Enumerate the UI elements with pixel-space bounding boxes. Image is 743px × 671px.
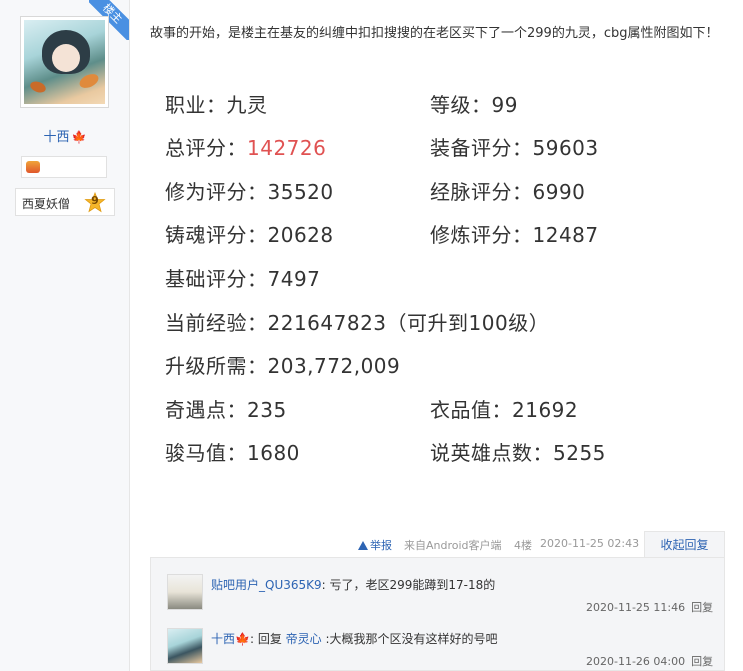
stat-base: 基础评分：7497 bbox=[165, 263, 320, 292]
stat-cult-label: 修为评分： bbox=[165, 180, 268, 204]
reply-meta: 2020-11-25 11:46 回复 bbox=[586, 599, 713, 615]
stat-hero-value: 5255 bbox=[553, 441, 606, 465]
stat-qiyu-label: 奇遇点： bbox=[165, 398, 247, 422]
author-name[interactable]: 十西 🍁 bbox=[0, 126, 130, 145]
stat-job-label: 职业： bbox=[165, 93, 227, 117]
stat-equip: 装备评分：59603 bbox=[430, 132, 599, 161]
stat-horse-label: 骏马值： bbox=[165, 441, 247, 465]
reply-time: 2020-11-25 11:46 bbox=[586, 601, 686, 614]
stat-refine-label: 修炼评分： bbox=[430, 223, 533, 247]
stat-exp-value: 221647823（可升到100级） bbox=[267, 311, 550, 335]
post-intro: 故事的开始，是楼主在基友的纠缠中扣扣搜搜的在老区买下了一个299的九灵，cbg属… bbox=[150, 26, 719, 41]
stat-yipin-label: 衣品值： bbox=[430, 398, 512, 422]
post-time: 2020-11-25 02:43 bbox=[540, 537, 640, 550]
level-number: 9 bbox=[91, 194, 99, 207]
stat-job-value: 九灵 bbox=[226, 93, 268, 117]
stat-soul-label: 铸魂评分： bbox=[165, 223, 268, 247]
stat-experience: 当前经验：221647823（可升到100级） bbox=[165, 307, 549, 336]
reply-time: 2020-11-26 04:00 bbox=[586, 655, 686, 668]
reply-list: 贴吧用户_QU365K9: 亏了，老区299能蹲到17-18的 2020-11-… bbox=[150, 557, 725, 671]
stat-soul: 铸魂评分：20628 bbox=[165, 219, 334, 248]
reply-button[interactable]: 回复 bbox=[691, 655, 713, 668]
reply-user[interactable]: 十西 bbox=[211, 632, 235, 646]
stat-equip-label: 装备评分： bbox=[430, 136, 533, 160]
badge-slot[interactable] bbox=[21, 156, 107, 178]
reply-prefix: : 回复 bbox=[249, 632, 282, 646]
level-title: 西夏妖僧 bbox=[22, 197, 71, 211]
stat-need-value: 203,772,009 bbox=[267, 354, 401, 378]
stat-base-label: 基础评分： bbox=[165, 267, 268, 291]
stat-hero-label: 说英雄点数： bbox=[430, 441, 553, 465]
stat-horse: 骏马值：1680 bbox=[165, 437, 300, 466]
stat-cultivation: 修为评分：35520 bbox=[165, 176, 334, 205]
post-source: 来自Android客户端 bbox=[404, 539, 502, 552]
post-floor: 4楼 bbox=[514, 539, 532, 552]
stat-need-label: 升级所需： bbox=[165, 354, 268, 378]
report-label[interactable]: 举报 bbox=[370, 539, 392, 552]
author-column: 楼主 十西 🍁 西夏妖僧 9 bbox=[0, 0, 130, 671]
reply-item: 十西🍁: 回复 帝灵心 :大概我那个区没有这样好的号吧 bbox=[211, 630, 498, 647]
stat-upgrade-need: 升级所需：203,772,009 bbox=[165, 350, 400, 379]
badge-icon bbox=[26, 161, 40, 173]
reply-meta: 2020-11-26 04:00 回复 bbox=[586, 653, 713, 669]
stat-level-label: 等级： bbox=[430, 93, 492, 117]
stat-job: 职业：九灵 bbox=[165, 89, 268, 118]
stat-cult-value: 35520 bbox=[267, 180, 334, 204]
reply-user[interactable]: 贴吧用户_QU365K9 bbox=[211, 578, 322, 592]
stat-hero: 说英雄点数：5255 bbox=[430, 437, 606, 466]
author-name-text[interactable]: 十西 bbox=[44, 130, 70, 145]
reply-item: 贴吧用户_QU365K9: 亏了，老区299能蹲到17-18的 bbox=[211, 576, 495, 593]
stat-refine-value: 12487 bbox=[532, 223, 599, 247]
stat-refine: 修炼评分：12487 bbox=[430, 219, 599, 248]
reply-avatar[interactable] bbox=[167, 574, 203, 610]
stat-level: 等级：99 bbox=[430, 89, 518, 118]
reply-avatar[interactable] bbox=[167, 628, 203, 664]
collapse-replies-button[interactable]: 收起回复 bbox=[644, 531, 725, 558]
stat-equip-value: 59603 bbox=[532, 136, 599, 160]
level-badge[interactable]: 西夏妖僧 9 bbox=[15, 188, 115, 216]
stat-base-value: 7497 bbox=[267, 267, 321, 291]
report-link[interactable]: 举报 bbox=[358, 537, 392, 553]
stat-soul-value: 20628 bbox=[267, 223, 334, 247]
stat-meridian-value: 6990 bbox=[532, 180, 586, 204]
stat-level-value: 99 bbox=[491, 93, 518, 117]
stat-yipin: 衣品值：21692 bbox=[430, 394, 578, 423]
stat-yipin-value: 21692 bbox=[512, 398, 579, 422]
stat-horse-value: 1680 bbox=[247, 441, 300, 465]
reply-target-user[interactable]: 帝灵心 bbox=[286, 632, 322, 646]
reply-text: :大概我那个区没有这样好的号吧 bbox=[321, 632, 498, 646]
stat-total-label: 总评分： bbox=[165, 136, 247, 160]
stat-qiyu: 奇遇点：235 bbox=[165, 394, 287, 423]
reply-text: : 亏了，老区299能蹲到17-18的 bbox=[321, 578, 496, 592]
stat-meridian-label: 经脉评分： bbox=[430, 180, 533, 204]
stat-meridian: 经脉评分：6990 bbox=[430, 176, 585, 205]
reply-button[interactable]: 回复 bbox=[691, 601, 713, 614]
stat-total-value: 142726 bbox=[247, 136, 327, 160]
maple-leaf-icon: 🍁 bbox=[71, 130, 87, 144]
avatar-image bbox=[24, 20, 105, 104]
stat-total: 总评分：142726 bbox=[165, 132, 326, 161]
maple-leaf-icon: 🍁 bbox=[235, 632, 250, 646]
stat-qiyu-value: 235 bbox=[247, 398, 287, 422]
avatar[interactable] bbox=[20, 16, 109, 108]
post-tail: 举报 来自Android客户端 4楼 2020-11-25 02:43 收起回复 bbox=[150, 531, 725, 558]
stat-exp-label: 当前经验： bbox=[165, 311, 268, 335]
warning-icon bbox=[358, 541, 368, 550]
